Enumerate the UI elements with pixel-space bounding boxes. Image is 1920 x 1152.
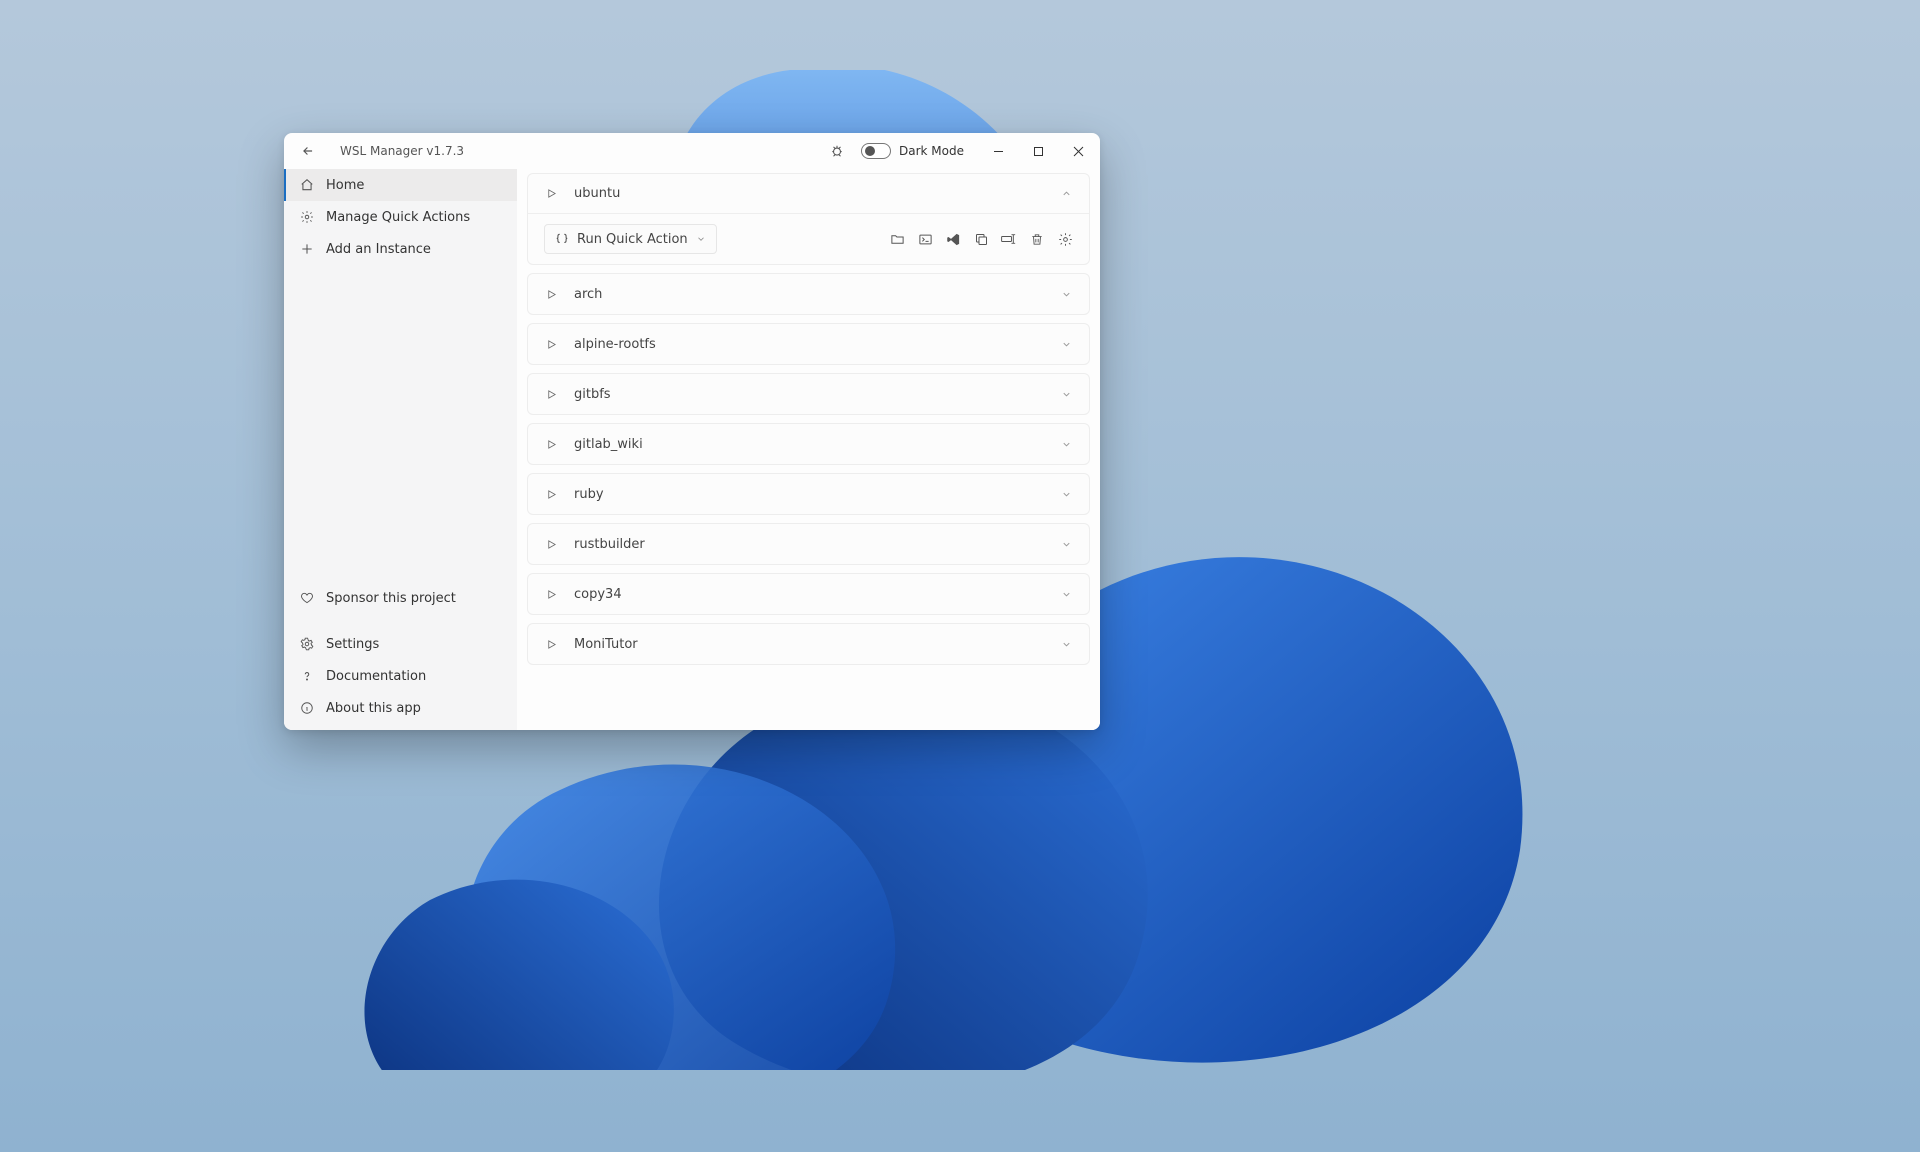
- chevron-down-icon[interactable]: [1059, 637, 1073, 651]
- chevron-up-icon[interactable]: [1059, 187, 1073, 201]
- sidebar-item-label: Home: [326, 178, 364, 193]
- play-icon[interactable]: [544, 287, 558, 301]
- info-icon: [300, 701, 314, 715]
- sidebar-item-about[interactable]: About this app: [284, 692, 517, 724]
- sidebar-item-label: About this app: [326, 701, 421, 716]
- instance-body: Run Quick Action: [528, 214, 1089, 264]
- chevron-down-icon[interactable]: [1059, 387, 1073, 401]
- chevron-down-icon[interactable]: [1059, 537, 1073, 551]
- sidebar-item-label: Documentation: [326, 669, 426, 684]
- chevron-down-icon: [696, 234, 706, 244]
- terminal-icon[interactable]: [917, 231, 933, 247]
- home-icon: [300, 178, 314, 192]
- instance-header[interactable]: alpine-rootfs: [528, 324, 1089, 364]
- play-icon[interactable]: [544, 187, 558, 201]
- sidebar-item-documentation[interactable]: Documentation: [284, 660, 517, 692]
- dark-mode-toggle[interactable]: [861, 143, 891, 159]
- dark-mode-label: Dark Mode: [899, 144, 964, 158]
- question-icon: [300, 669, 314, 683]
- gear-icon: [300, 637, 314, 651]
- instance-name: alpine-rootfs: [574, 337, 656, 352]
- chevron-down-icon[interactable]: [1059, 437, 1073, 451]
- instance-name: gitlab_wiki: [574, 437, 643, 452]
- vscode-icon[interactable]: [945, 231, 961, 247]
- folder-icon[interactable]: [889, 231, 905, 247]
- instance-card: gitlab_wiki: [527, 423, 1090, 465]
- sidebar-item-quick-actions[interactable]: Manage Quick Actions: [284, 201, 517, 233]
- instance-header[interactable]: gitbfs: [528, 374, 1089, 414]
- instance-name: rustbuilder: [574, 537, 645, 552]
- sidebar-item-add-instance[interactable]: Add an Instance: [284, 233, 517, 265]
- instance-card: copy34: [527, 573, 1090, 615]
- instance-header[interactable]: rustbuilder: [528, 524, 1089, 564]
- instance-name: MoniTutor: [574, 637, 638, 652]
- instance-header[interactable]: ubuntu: [528, 174, 1089, 214]
- sidebar-item-sponsor[interactable]: Sponsor this project: [284, 582, 517, 614]
- titlebar: WSL Manager v1.7.3 Dark Mode: [284, 133, 1100, 169]
- instance-card: ruby: [527, 473, 1090, 515]
- minimize-button[interactable]: [982, 135, 1014, 167]
- instance-card: ubuntu Run Quick Action: [527, 173, 1090, 265]
- app-window: WSL Manager v1.7.3 Dark Mode: [284, 133, 1100, 730]
- chevron-down-icon[interactable]: [1059, 487, 1073, 501]
- sidebar-item-label: Manage Quick Actions: [326, 210, 470, 225]
- back-button[interactable]: [292, 135, 324, 167]
- play-icon[interactable]: [544, 637, 558, 651]
- plus-icon: [300, 242, 314, 256]
- bug-icon[interactable]: [821, 135, 853, 167]
- instance-name: copy34: [574, 587, 622, 602]
- instance-card: rustbuilder: [527, 523, 1090, 565]
- main-content: ubuntu Run Quick Action: [517, 169, 1100, 730]
- instance-header[interactable]: arch: [528, 274, 1089, 314]
- sidebar: Home Manage Quick Actions Add an Instanc…: [284, 169, 517, 730]
- instance-card: alpine-rootfs: [527, 323, 1090, 365]
- instance-name: ubuntu: [574, 186, 620, 201]
- gear-icon[interactable]: [1057, 231, 1073, 247]
- play-icon[interactable]: [544, 537, 558, 551]
- sidebar-item-label: Add an Instance: [326, 242, 431, 257]
- close-button[interactable]: [1062, 135, 1094, 167]
- sidebar-item-label: Settings: [326, 637, 379, 652]
- instance-card: MoniTutor: [527, 623, 1090, 665]
- instance-name: arch: [574, 287, 602, 302]
- run-quick-action-label: Run Quick Action: [577, 232, 688, 247]
- heart-icon: [300, 591, 314, 605]
- chevron-down-icon[interactable]: [1059, 337, 1073, 351]
- rename-icon[interactable]: [1001, 231, 1017, 247]
- instance-card: arch: [527, 273, 1090, 315]
- play-icon[interactable]: [544, 437, 558, 451]
- play-icon[interactable]: [544, 387, 558, 401]
- instance-header[interactable]: MoniTutor: [528, 624, 1089, 664]
- sidebar-item-home[interactable]: Home: [284, 169, 517, 201]
- instance-header[interactable]: copy34: [528, 574, 1089, 614]
- play-icon[interactable]: [544, 337, 558, 351]
- instance-name: ruby: [574, 487, 604, 502]
- play-icon[interactable]: [544, 487, 558, 501]
- instance-header[interactable]: ruby: [528, 474, 1089, 514]
- chevron-down-icon[interactable]: [1059, 587, 1073, 601]
- app-title: WSL Manager v1.7.3: [340, 144, 464, 158]
- copy-icon[interactable]: [973, 231, 989, 247]
- instance-header[interactable]: gitlab_wiki: [528, 424, 1089, 464]
- trash-icon[interactable]: [1029, 231, 1045, 247]
- gear-icon: [300, 210, 314, 224]
- maximize-button[interactable]: [1022, 135, 1054, 167]
- braces-icon: [555, 232, 569, 246]
- run-quick-action-button[interactable]: Run Quick Action: [544, 224, 717, 254]
- instance-name: gitbfs: [574, 387, 611, 402]
- chevron-down-icon[interactable]: [1059, 287, 1073, 301]
- sidebar-item-settings[interactable]: Settings: [284, 628, 517, 660]
- sidebar-item-label: Sponsor this project: [326, 591, 456, 606]
- play-icon[interactable]: [544, 587, 558, 601]
- instance-card: gitbfs: [527, 373, 1090, 415]
